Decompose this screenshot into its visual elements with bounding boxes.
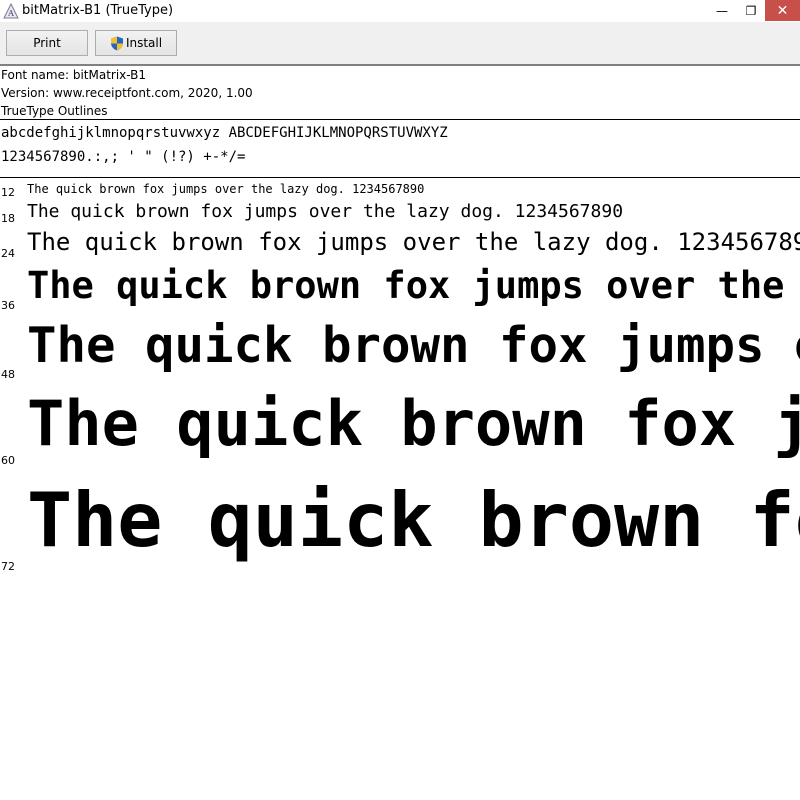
sample-row-12: 12 The quick brown fox jumps over the la… <box>0 180 800 200</box>
svg-text:A: A <box>7 9 14 18</box>
sample-row-48: 48 The quick brown fox jumps over the la… <box>0 314 800 384</box>
close-button[interactable]: ✕ <box>765 0 800 21</box>
toolbar: Print Install <box>0 22 800 66</box>
sample-size-label: 48 <box>1 368 15 381</box>
sample-size-label: 18 <box>1 212 15 225</box>
sample-row-24: 24 The quick brown fox jumps over the la… <box>0 226 800 262</box>
divider <box>0 119 800 120</box>
sample-size-label: 72 <box>1 560 15 573</box>
sample-size-label: 12 <box>1 186 15 199</box>
sample-row-72: 72 The quick brown fox jumps over the la… <box>0 470 800 580</box>
sample-text: The quick brown fox jumps over the lazy … <box>27 228 800 256</box>
print-button-label: Print <box>33 36 61 50</box>
font-name: Font name: bitMatrix-B1 <box>1 68 147 82</box>
sample-text: The quick brown fox jumps over the lazy … <box>27 476 800 564</box>
sample-text: The quick brown fox jumps over the lazy … <box>27 264 800 307</box>
font-version: Version: www.receiptfont.com, 2020, 1.00 <box>1 86 253 100</box>
install-button-label: Install <box>125 36 163 50</box>
sample-text: The quick brown fox jumps over the lazy … <box>27 201 624 222</box>
restore-icon: ❐ <box>745 3 757 18</box>
sample-text: The quick brown fox jumps over the lazy … <box>27 182 425 196</box>
font-outline-type: TrueType Outlines <box>1 104 108 118</box>
maximize-button[interactable]: ❐ <box>737 0 765 21</box>
font-file-icon: A <box>3 3 19 19</box>
sample-text: The quick brown fox jumps over the lazy … <box>27 317 800 374</box>
install-button[interactable]: Install <box>95 30 177 56</box>
sample-row-36: 36 The quick brown fox jumps over the la… <box>0 262 800 314</box>
sample-size-label: 24 <box>1 247 15 260</box>
window-title: bitMatrix-B1 (TrueType) <box>22 3 174 18</box>
charset-letters: abcdefghijklmnopqrstuvwxyz ABCDEFGHIJKLM… <box>1 125 448 141</box>
print-button[interactable]: Print <box>6 30 88 56</box>
sample-size-label: 60 <box>1 454 15 467</box>
divider <box>0 177 800 178</box>
sample-size-label: 36 <box>1 299 15 312</box>
close-icon: ✕ <box>776 2 789 19</box>
title-bar: A bitMatrix-B1 (TrueType) — ❐ ✕ <box>0 0 800 23</box>
minimize-icon: — <box>716 3 728 18</box>
uac-shield-icon <box>110 36 123 50</box>
sample-row-60: 60 The quick brown fox jumps over the la… <box>0 384 800 470</box>
charset-symbols: 1234567890.:,; ' " (!?) +-*/= <box>1 149 246 165</box>
sample-text: The quick brown fox jumps over the lazy … <box>27 387 800 460</box>
minimize-button[interactable]: — <box>707 0 737 21</box>
font-info: Font name: bitMatrix-B1 Version: www.rec… <box>1 66 253 120</box>
